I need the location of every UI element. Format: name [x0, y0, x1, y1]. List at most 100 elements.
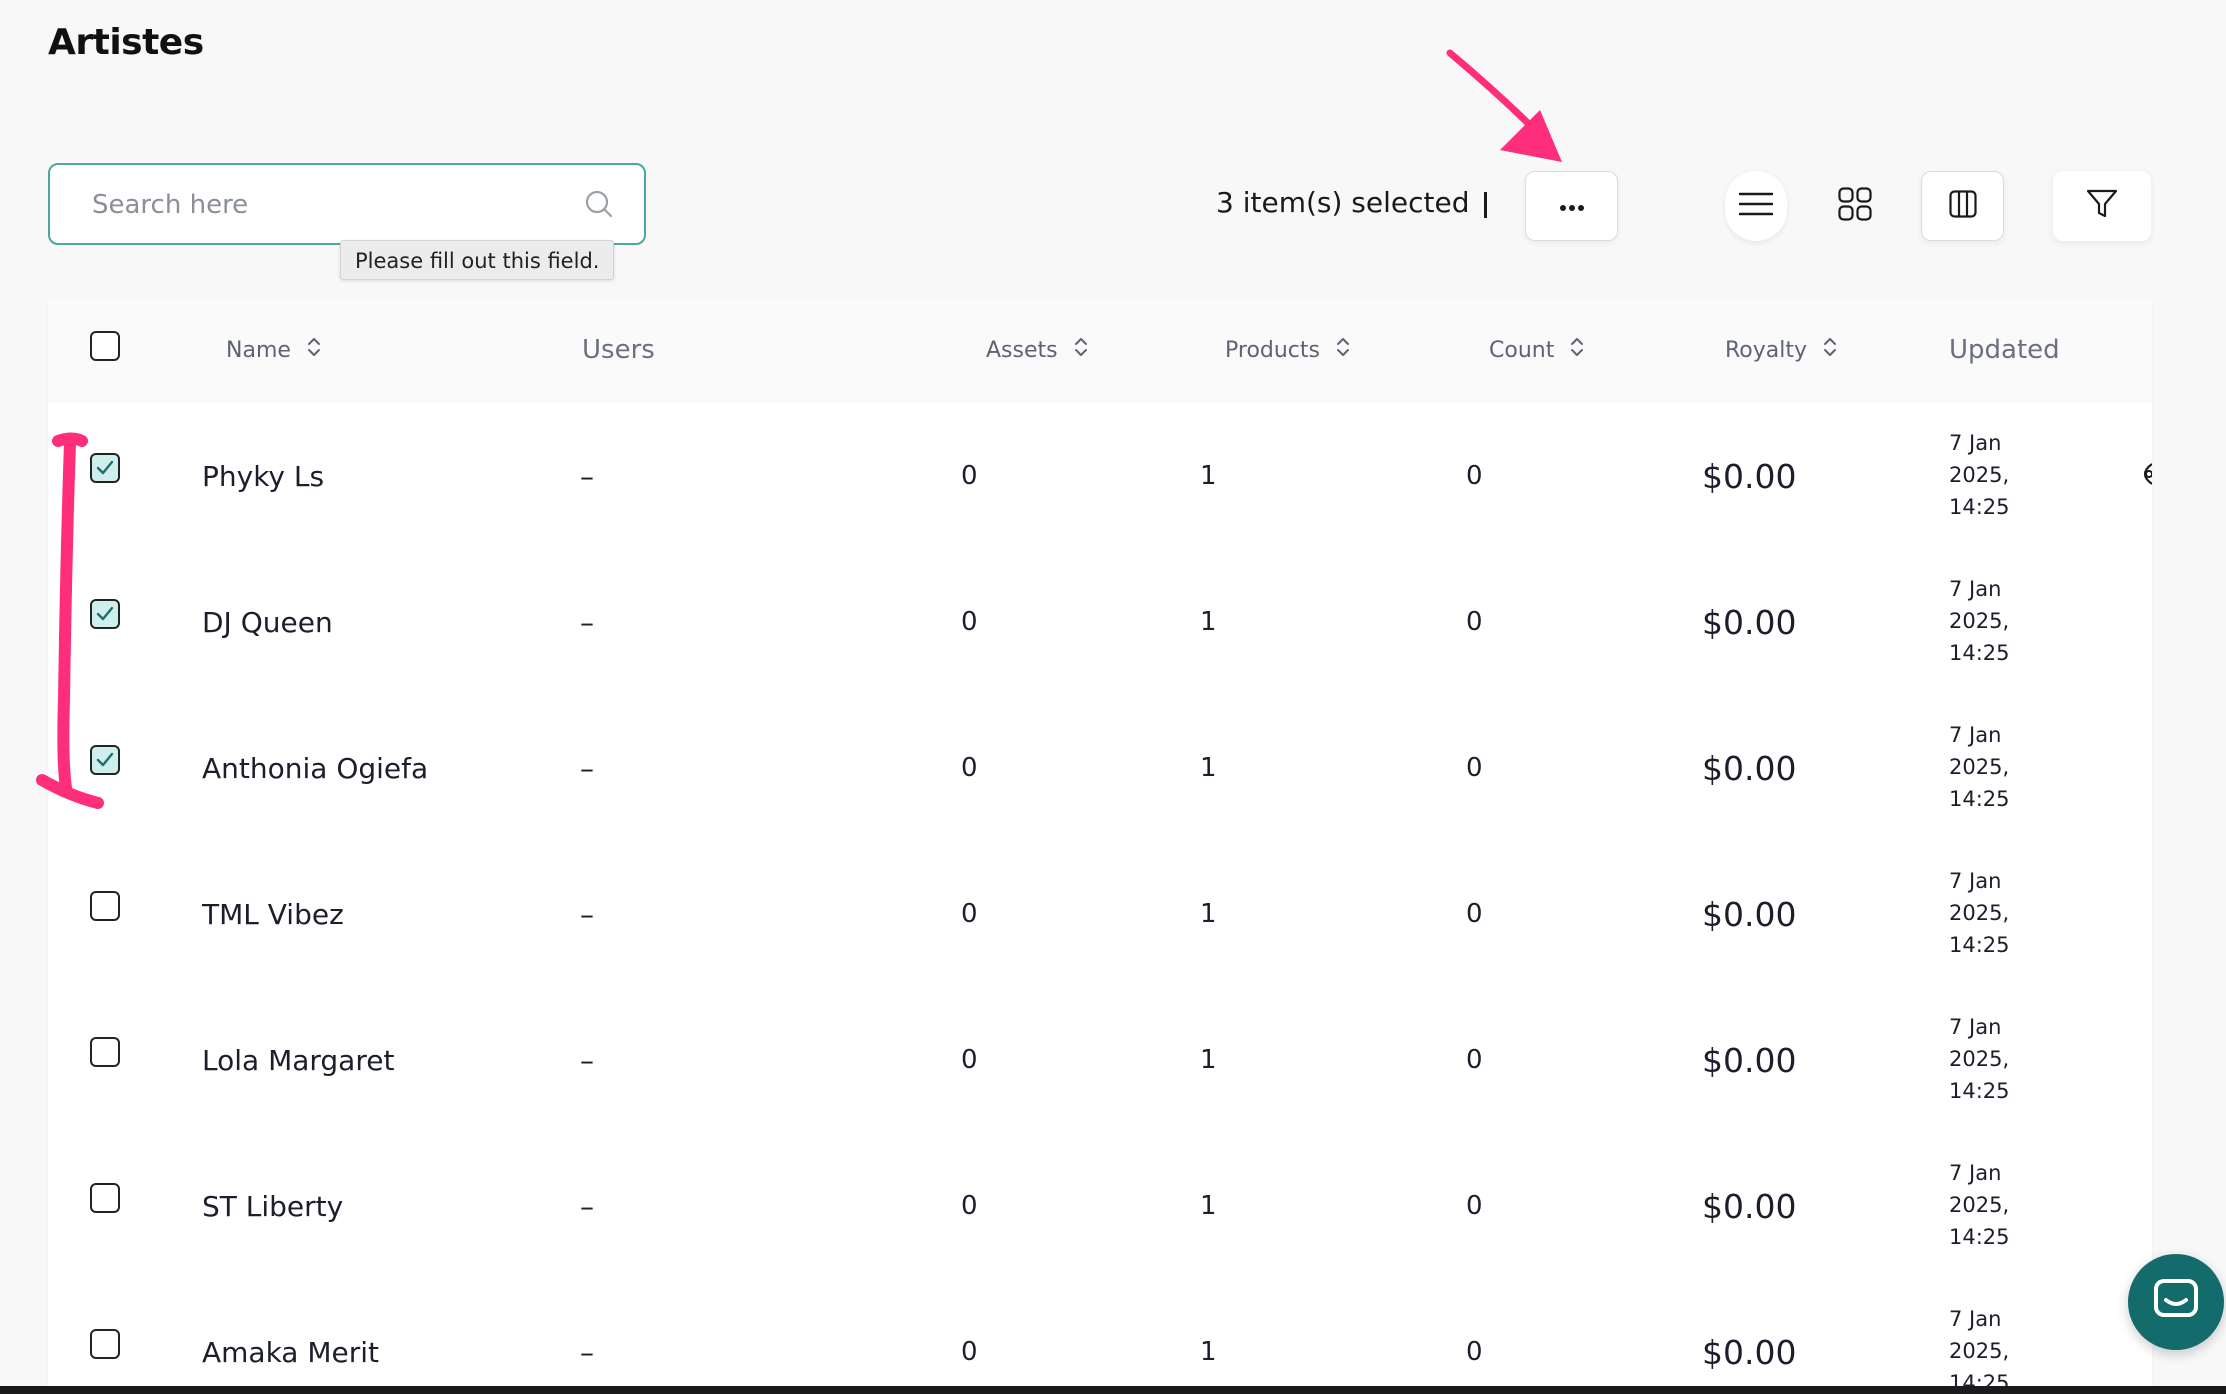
arrow-annotation [1446, 49, 1562, 162]
artist-name[interactable]: Phyky Ls [202, 403, 324, 549]
artist-name[interactable]: TML Vibez [202, 841, 344, 987]
table-row[interactable]: DJ Queen – 0 1 0 $0.00 7 Jan 2025, 14:25 [48, 549, 2152, 696]
users-value: – [580, 1335, 594, 1369]
table-row[interactable]: Phyky Ls – 0 1 0 $0.00 7 Jan 2025, 14:25 [48, 403, 2152, 550]
column-header-name[interactable]: Name [226, 297, 321, 403]
updated-year: 2025, [1949, 1339, 2010, 1363]
artist-name[interactable]: ST Liberty [202, 1133, 343, 1279]
updated-year: 2025, [1949, 755, 2010, 779]
table-header: Name Users Assets Products Count Royalty… [48, 297, 2152, 404]
column-header-assets[interactable]: Assets [986, 297, 1088, 403]
table-row[interactable]: Amaka Merit –0 1 0 $0.00 7 Jan 2025, 14:25 [48, 1279, 2152, 1394]
updated-value: 7 Jan 2025, 14:25 [1949, 841, 2069, 987]
row-checkbox[interactable] [90, 453, 120, 483]
row-checkbox[interactable] [90, 1329, 120, 1359]
royalty-value: $0.00 [1702, 1040, 1797, 1080]
table-row[interactable]: Anthonia Ogiefa – 0 1 0 $0.00 7 Jan 2025, 14:25 [48, 695, 2152, 842]
artist-name[interactable]: Lola Margaret [202, 987, 394, 1133]
page-title: Artistes [48, 22, 204, 63]
column-header-count[interactable]: Count [1489, 297, 1584, 403]
updated-date: 7 Jan [1949, 869, 2002, 893]
row-checkbox[interactable] [90, 1037, 120, 1067]
table-row[interactable]: ST Liberty – 0 1 0 $0.00 7 Jan 2025, 14:25 [48, 1133, 2152, 1280]
toolbar-separator [1484, 192, 1487, 218]
updated-value: 7 Jan 2025, 14:25 [1949, 403, 2069, 549]
row-checkbox[interactable] [90, 745, 120, 775]
table-row[interactable]: TML Vibez – 0 1 0 $0.00 7 Jan 2025, 14:25 [48, 841, 2152, 988]
artist-name[interactable]: Amaka Merit [202, 1279, 379, 1394]
more-icon [1559, 197, 1585, 216]
updated-time: 14:25 [1949, 1225, 2010, 1249]
grid-view-icon [1838, 187, 1872, 225]
more-actions-button[interactable] [1525, 171, 1618, 241]
sort-icon[interactable] [1074, 336, 1088, 364]
sort-icon[interactable] [1570, 336, 1584, 364]
artists-table: Name Users Assets Products Count Royalty… [48, 297, 2152, 1394]
selection-count: 3 item(s) selected [1216, 186, 1470, 219]
updated-date: 7 Jan [1949, 431, 2002, 455]
sort-icon[interactable] [1336, 336, 1350, 364]
products-value: 1 [1200, 461, 1217, 491]
updated-date: 7 Jan [1949, 1161, 2002, 1185]
users-value: – [580, 605, 594, 639]
updated-year: 2025, [1949, 609, 2010, 633]
updated-year: 2025, [1949, 463, 2010, 487]
row-checkbox[interactable] [90, 599, 120, 629]
royalty-value: $0.00 [1702, 748, 1797, 788]
column-header-users: Users [582, 335, 655, 365]
list-view-icon [1738, 191, 1774, 221]
count-value: 0 [1466, 607, 1483, 637]
users-value: – [580, 1043, 594, 1077]
royalty-value: $0.00 [1702, 1186, 1797, 1226]
products-value: 1 [1200, 1045, 1217, 1075]
filter-button[interactable] [2053, 171, 2151, 241]
chat-support-button[interactable] [2128, 1254, 2224, 1350]
search-input[interactable] [90, 165, 564, 245]
search-icon[interactable] [584, 189, 614, 223]
count-value: 0 [1466, 1191, 1483, 1221]
count-value: 0 [1466, 1045, 1483, 1075]
updated-value: 7 Jan 2025, 14:25 [1949, 1279, 2069, 1394]
updated-year: 2025, [1949, 1047, 2010, 1071]
artist-name[interactable]: Anthonia Ogiefa [202, 695, 428, 841]
count-value: 0 [1466, 1337, 1483, 1367]
updated-date: 7 Jan [1949, 723, 2002, 747]
updated-time: 14:25 [1949, 641, 2010, 665]
assets-value: 0 [961, 607, 978, 637]
grid-view-button[interactable] [1822, 171, 1888, 241]
search-box[interactable] [48, 163, 646, 245]
chat-icon [2153, 1278, 2199, 1326]
view-icon[interactable] [2136, 461, 2152, 491]
updated-date: 7 Jan [1949, 1307, 2002, 1331]
column-header-updated: Updated [1949, 335, 2060, 365]
count-value: 0 [1466, 899, 1483, 929]
artist-name[interactable]: DJ Queen [202, 549, 333, 695]
table-row[interactable]: Lola Margaret – 0 1 0 $0.00 7 Jan 2025, 14:25 [48, 987, 2152, 1134]
products-value: 1 [1200, 899, 1217, 929]
select-all-checkbox[interactable] [90, 331, 120, 361]
sort-icon[interactable] [307, 336, 321, 364]
products-value: 1 [1200, 753, 1217, 783]
row-checkbox[interactable] [90, 1183, 120, 1213]
sort-icon[interactable] [1823, 336, 1837, 364]
updated-value: 7 Jan 2025, 14:25 [1949, 987, 2069, 1133]
updated-date: 7 Jan [1949, 577, 2002, 601]
products-value: 1 [1200, 1191, 1217, 1221]
columns-icon [1948, 190, 1977, 222]
royalty-value: $0.00 [1702, 894, 1797, 934]
assets-value: 0 [961, 753, 978, 783]
column-header-royalty[interactable]: Royalty [1725, 297, 1837, 403]
royalty-value: $0.00 [1702, 602, 1797, 642]
columns-button[interactable] [1921, 171, 2004, 241]
updated-year: 2025, [1949, 1193, 2010, 1217]
royalty-value: $0.00 [1702, 456, 1797, 496]
assets-value: 0 [961, 1045, 978, 1075]
validation-tooltip: Please fill out this field. [340, 240, 615, 280]
list-view-button[interactable] [1725, 171, 1787, 241]
users-value: – [580, 1189, 594, 1223]
royalty-value: $0.00 [1702, 1332, 1797, 1372]
updated-value: 7 Jan 2025, 14:25 [1949, 549, 2069, 695]
column-header-products[interactable]: Products [1225, 297, 1350, 403]
row-checkbox[interactable] [90, 891, 120, 921]
assets-value: 0 [961, 899, 978, 929]
